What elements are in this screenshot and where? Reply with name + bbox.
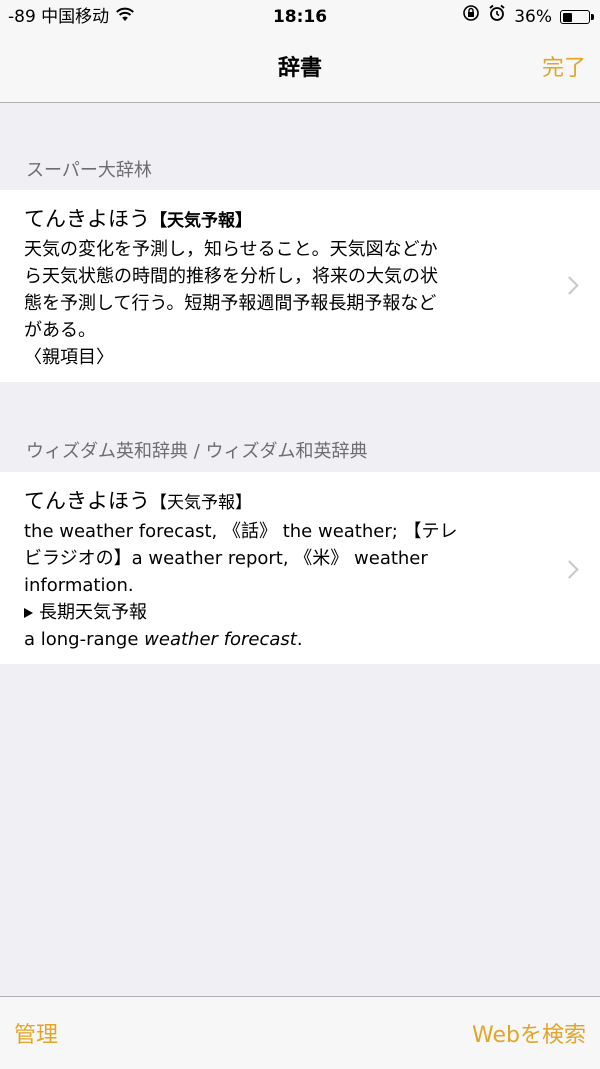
dictionary-entry-daijirin[interactable]: てんきよほう【天気予報】 天気の変化を予測し，知らせること。天気図などか ら天気… [0,190,600,382]
entry-definition-line: がある。 [24,320,96,341]
entry-definition-line: information. [24,575,134,596]
entry-headword: てんきよほう [24,207,150,231]
entry-kanji: 【天気予報】 [150,211,252,231]
status-bar: -89 中国移动 18:16 36% [0,0,600,34]
done-button[interactable]: 完了 [542,50,586,82]
entry-headword-line: てんきよほう【天気予報】 [24,486,534,518]
entry-definition-line: ら天気状態の時間的推移を分析し，将来の大気の状 [24,266,438,287]
manage-button[interactable]: 管理 [14,1017,58,1049]
entry-headword: てんきよほう [24,489,150,513]
battery-percent: 36% [514,7,552,27]
navigation-bar: -89 中国移动 18:16 36% 辞書 完了 [0,0,600,103]
entry-kanji: 【天気予報】 [150,493,252,513]
example-italic: weather forecast [144,629,297,650]
alarm-icon [488,0,506,34]
example-suffix: . [296,629,303,650]
entry-definition-line: 天気の変化を予測し，知らせること。天気図などか [24,239,438,260]
sub-heading-line: 長期天気予報 [24,599,534,626]
triangle-right-icon [24,608,33,618]
battery-level-fill [562,12,572,22]
entry-definition-line: the weather forecast, 《話》 the weather; 【… [24,521,458,542]
entry-headword-line: てんきよほう【天気予報】 [24,204,534,236]
example-prefix: a long-range [24,629,145,650]
example-line: a long-range weather forecast. [24,626,534,653]
sub-heading: 長期天気予報 [39,602,147,623]
section-header-wisdom: ウィズダム英和辞典 / ウィズダム和英辞典 [26,441,368,462]
status-right-group: 36% [462,0,594,34]
chevron-right-icon [560,560,579,579]
orientation-lock-icon [462,0,480,34]
dictionary-entry-wisdom[interactable]: てんきよほう【天気予報】 the weather forecast, 《話》 t… [0,472,600,664]
web-search-button[interactable]: Webを検索 [472,1017,586,1049]
entry-definition-line: 態を予測して行う。短期予報週間予報長期予報など [24,293,437,314]
entry-definition-line: ビラジオの】a weather report, 《米》 weather [24,548,428,569]
battery-nub [591,14,594,20]
parent-entry-link: 〈親項目〉 [24,347,114,368]
chevron-right-icon [560,276,579,295]
page-title: 辞書 [277,56,322,81]
entry-content: てんきよほう【天気予報】 天気の変化を予測し，知らせること。天気図などか ら天気… [24,204,534,371]
battery-icon [560,10,594,24]
section-header-daijirin: スーパー大辞林 [26,160,152,181]
bottom-toolbar: 管理 Webを検索 [0,996,600,1069]
entry-content: てんきよほう【天気予報】 the weather forecast, 《話》 t… [24,486,534,653]
